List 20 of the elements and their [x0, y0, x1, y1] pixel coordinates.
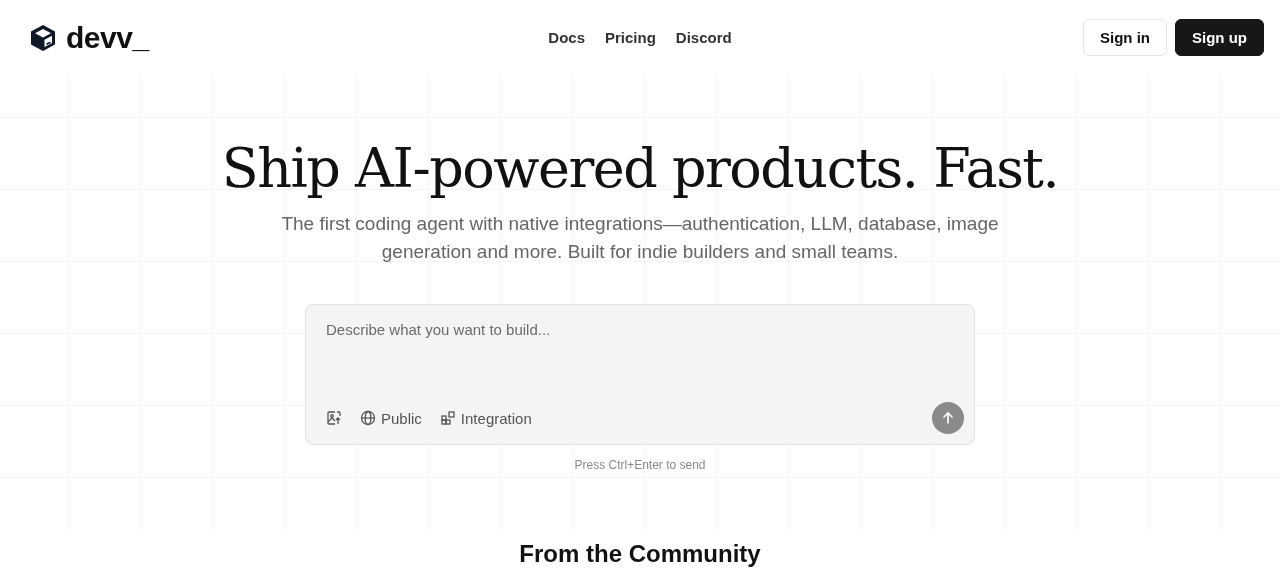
cube-logo-icon [28, 22, 58, 53]
logo-text[interactable]: devv_ [66, 20, 149, 55]
arrow-up-icon [941, 411, 955, 425]
visibility-button[interactable]: Public [360, 409, 422, 427]
nav-link[interactable]: Discord [675, 29, 732, 46]
image-button[interactable] [326, 410, 342, 426]
nav-link[interactable]: Docs [548, 29, 585, 46]
integration-button[interactable]: Integration [439, 409, 532, 427]
blocks-icon [439, 410, 456, 426]
prompt-field[interactable]: Describe what you want to build... Public Integration [305, 304, 975, 445]
hero-title: Ship AI-powered products. Fast. [221, 137, 1059, 200]
section-heading: From the Community [518, 540, 762, 568]
send-button[interactable] [932, 402, 964, 434]
sign-up-button[interactable]: Sign up [1175, 19, 1264, 56]
hero-subtitle: The first coding agent with native integrations—authentication, LLM, database, image generation and more. Built for indie builders and small teams. [280, 212, 1000, 264]
image-upload-icon [326, 410, 342, 426]
nav-link[interactable]: Pricing [605, 29, 656, 46]
sign-in-button[interactable]: Sign in [1083, 19, 1167, 56]
globe-icon [360, 410, 376, 426]
send-hint: Press Ctrl+Enter to send [574, 458, 706, 472]
